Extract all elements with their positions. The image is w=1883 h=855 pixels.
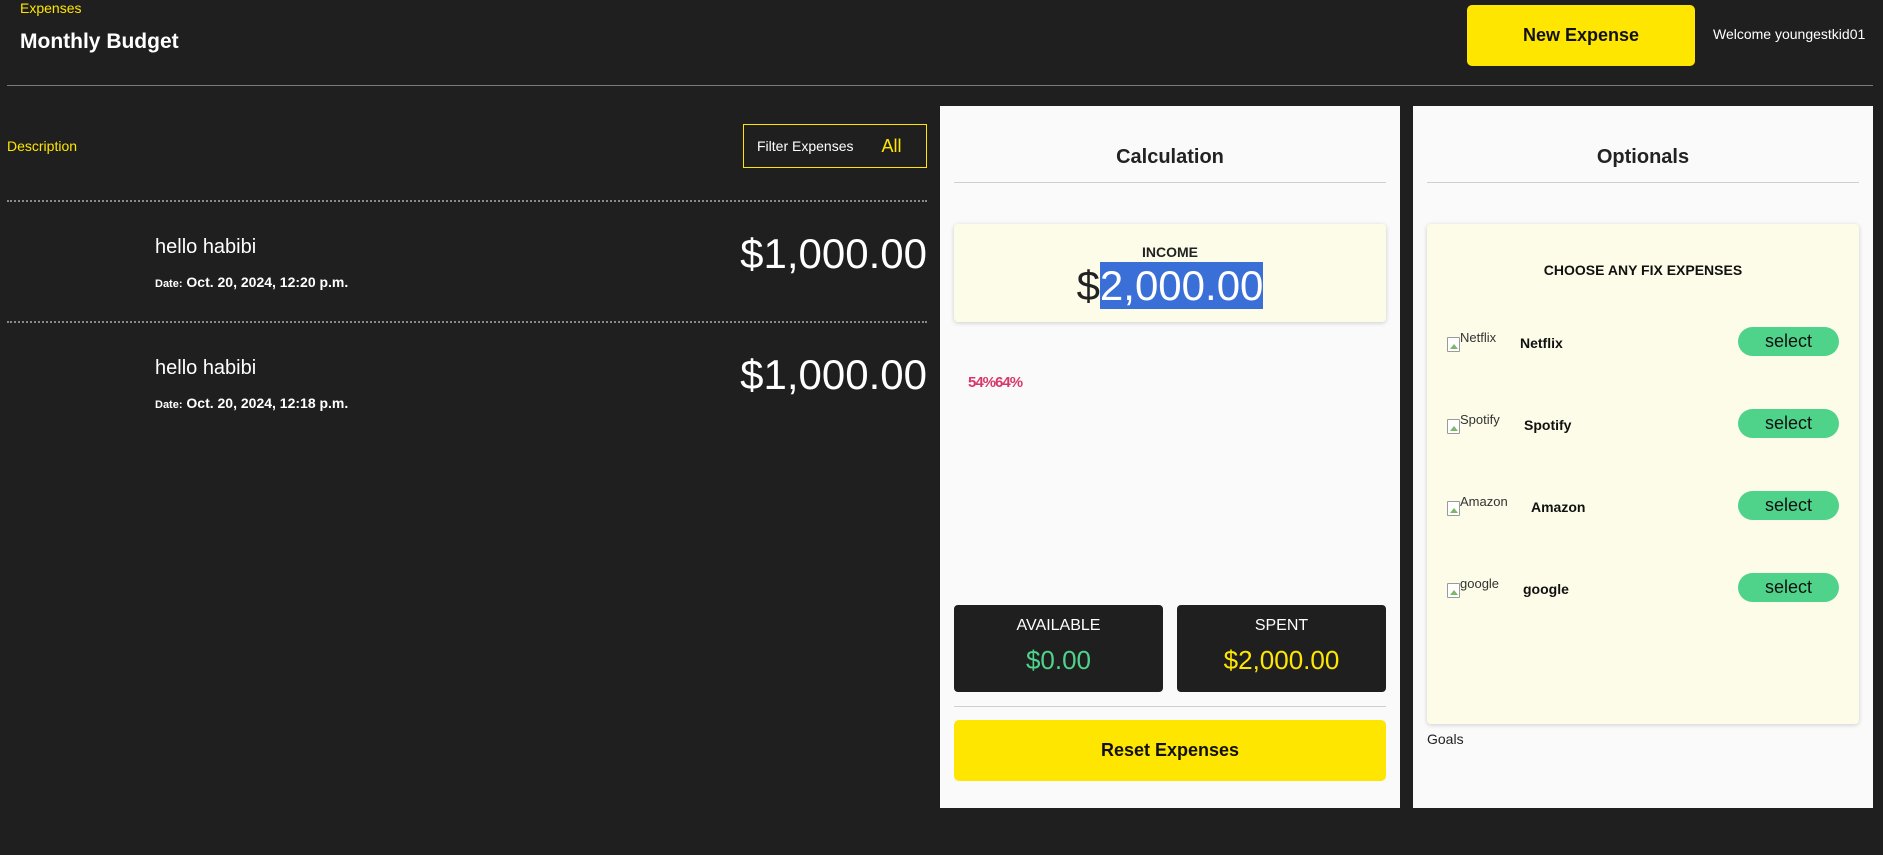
- expenses-list: Description Filter Expenses All hello ha…: [0, 86, 930, 816]
- fix-expense-name: Netflix: [1520, 335, 1563, 351]
- date-value: Oct. 20, 2024, 12:20 p.m.: [186, 274, 349, 290]
- new-expense-button[interactable]: New Expense: [1467, 5, 1695, 66]
- calculation-panel: Calculation INCOME $2,000.00 54%64% AVAI…: [940, 106, 1400, 808]
- expense-item[interactable]: hello habibi Date: Oct. 20, 2024, 12:18 …: [0, 351, 930, 457]
- google-logo: google: [1447, 576, 1500, 598]
- date-label: Date:: [155, 278, 183, 290]
- expense-date: Date: Oct. 20, 2024, 12:18 p.m.: [155, 395, 348, 411]
- page-title: Monthly Budget: [20, 30, 179, 53]
- date-label: Date:: [155, 399, 183, 411]
- fix-expense-name: google: [1523, 581, 1569, 597]
- spent-value: $2,000.00: [1223, 645, 1340, 675]
- goals-link[interactable]: Goals: [1427, 731, 1464, 747]
- optionals-title: Optionals: [1596, 146, 1690, 168]
- filter-value[interactable]: All: [881, 136, 901, 157]
- fix-expense-row: Spotify Spotify select: [1447, 409, 1839, 439]
- panel-divider: [1427, 182, 1859, 183]
- reset-expenses-button[interactable]: Reset Expenses: [954, 720, 1386, 781]
- welcome-text: Welcome youngestkid01: [1713, 26, 1866, 42]
- available-card: AVAILABLE $0.00: [954, 605, 1163, 692]
- broken-image-icon: [1447, 337, 1460, 352]
- broken-image-icon: [1447, 583, 1460, 598]
- breadcrumb[interactable]: Expenses: [20, 0, 81, 16]
- filter-expenses[interactable]: Filter Expenses All: [743, 124, 927, 168]
- select-netflix-button[interactable]: select: [1738, 327, 1839, 356]
- list-divider: [7, 200, 927, 202]
- income-currency: $: [1076, 262, 1100, 309]
- percent-label: 54%64%: [968, 374, 1023, 391]
- fix-expense-row: google google select: [1447, 573, 1839, 603]
- list-divider: [7, 321, 927, 323]
- fix-expense-row: Netflix Netflix select: [1447, 327, 1839, 357]
- panel-divider: [954, 706, 1386, 707]
- broken-image-icon: [1447, 501, 1460, 516]
- filter-label: Filter Expenses: [757, 138, 854, 154]
- available-value: $0.00: [1025, 645, 1092, 675]
- image-alt-text: Netflix: [1460, 330, 1497, 345]
- panel-divider: [954, 182, 1386, 183]
- income-value[interactable]: $2,000.00: [954, 262, 1386, 310]
- select-google-button[interactable]: select: [1738, 573, 1839, 602]
- spent-card: SPENT $2,000.00: [1177, 605, 1386, 692]
- optionals-panel: Optionals CHOOSE ANY FIX EXPENSES Netfli…: [1413, 106, 1873, 808]
- expense-date: Date: Oct. 20, 2024, 12:20 p.m.: [155, 274, 348, 290]
- income-amount-selected[interactable]: 2,000.00: [1099, 262, 1264, 309]
- image-alt-text: google: [1460, 576, 1500, 591]
- image-alt-text: Spotify: [1460, 412, 1500, 427]
- expense-amount: $1,000.00: [740, 230, 927, 277]
- select-spotify-button[interactable]: select: [1738, 409, 1839, 438]
- spent-label: SPENT: [1254, 617, 1309, 634]
- income-card: INCOME $2,000.00: [954, 224, 1386, 322]
- fix-expenses-title: CHOOSE ANY FIX EXPENSES: [1543, 262, 1743, 278]
- top-bar: Expenses Monthly Budget New Expense Welc…: [0, 0, 1883, 86]
- image-alt-text: Amazon: [1460, 494, 1508, 509]
- fix-expenses-card: CHOOSE ANY FIX EXPENSES Netflix Netflix …: [1427, 224, 1859, 724]
- income-label: INCOME: [1142, 244, 1198, 260]
- fix-expense-name: Amazon: [1531, 499, 1586, 515]
- fix-expense-name: Spotify: [1524, 417, 1572, 433]
- expense-title: hello habibi: [155, 236, 257, 258]
- fix-expense-row: Amazon Amazon select: [1447, 491, 1839, 521]
- calculation-title: Calculation: [1116, 146, 1224, 168]
- available-label: AVAILABLE: [1016, 617, 1101, 634]
- date-value: Oct. 20, 2024, 12:18 p.m.: [186, 395, 349, 411]
- expense-amount: $1,000.00: [740, 351, 927, 398]
- description-label: Description: [7, 138, 78, 154]
- spotify-logo: Spotify: [1447, 412, 1500, 434]
- amazon-logo: Amazon: [1447, 494, 1508, 516]
- select-amazon-button[interactable]: select: [1738, 491, 1839, 520]
- netflix-logo: Netflix: [1447, 330, 1497, 352]
- expense-title: hello habibi: [155, 357, 257, 379]
- broken-image-icon: [1447, 419, 1460, 434]
